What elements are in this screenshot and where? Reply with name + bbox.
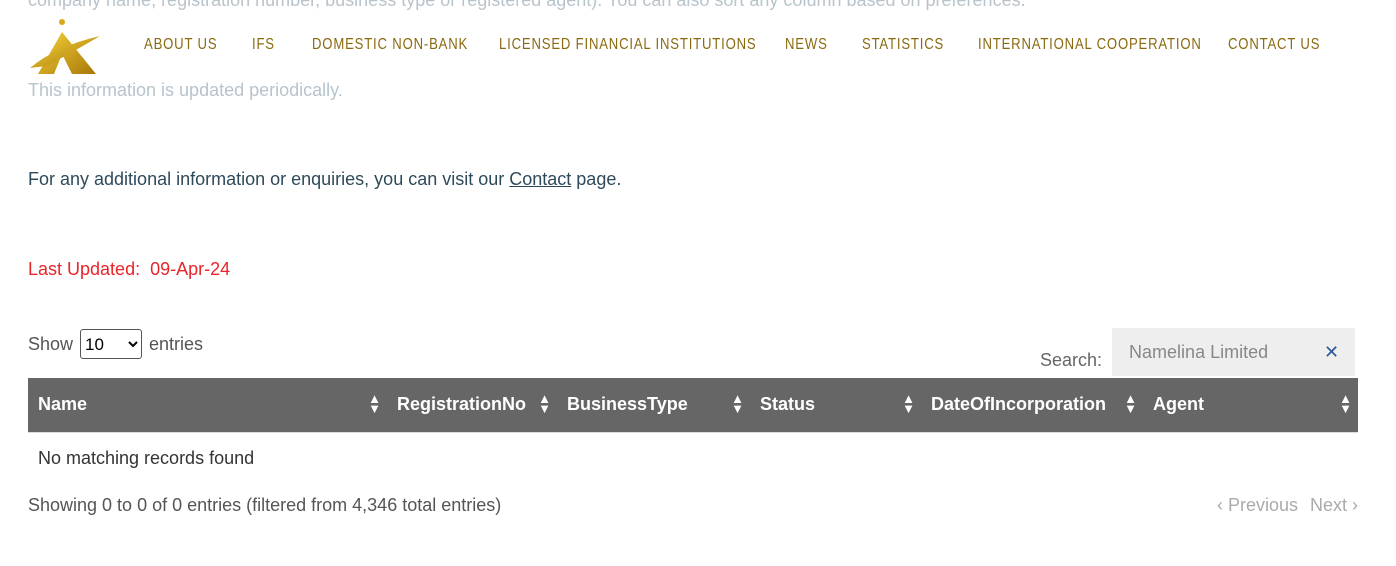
col-agent[interactable]: Agent ▲ ▼ (1143, 378, 1358, 432)
info-prefix: For any additional information or enquir… (28, 169, 510, 189)
col-label: Name (38, 394, 88, 415)
sort-icon[interactable]: ▲ ▼ (1124, 392, 1137, 415)
table-info: Showing 0 to 0 of 0 entries (filtered fr… (28, 495, 502, 515)
update-note: This information is updated periodically… (28, 80, 343, 100)
sort-icon[interactable]: ▲ ▼ (731, 392, 744, 415)
sort-icon[interactable]: ▲ ▼ (538, 392, 551, 415)
search-label: Search: (1040, 349, 1103, 370)
nav-licensed-financial-institutions[interactable]: LICENSED FINANCIAL INSTITUTIONS (499, 36, 756, 54)
sort-icon[interactable]: ▲ ▼ (902, 392, 915, 415)
length-control: Show 10 entries (28, 329, 203, 359)
pagination: ‹ Previous Next › (1217, 495, 1358, 516)
previous-label: Previous (1227, 495, 1298, 515)
entries-select[interactable]: 10 (80, 329, 143, 359)
entries-label: entries (149, 333, 204, 354)
col-status[interactable]: Status ▲ ▼ (750, 378, 921, 432)
table-row: No matching records found (28, 431, 1358, 484)
col-label: Agent (1153, 394, 1204, 415)
col-label: BusinessType (567, 394, 688, 415)
nav-news[interactable]: NEWS (785, 36, 828, 54)
last-updated-label: Last Updated: (28, 259, 141, 279)
sort-icon[interactable]: ▲ ▼ (368, 392, 381, 415)
last-updated: Last Updated: 09-Apr-24 (28, 259, 230, 280)
nav-statistics[interactable]: STATISTICS (862, 36, 944, 54)
nav-contact-us[interactable]: CONTACT US (1228, 36, 1320, 54)
last-updated-value: 09-Apr-24 (150, 259, 231, 279)
search-input[interactable]: Namelina Limited ✕ (1112, 328, 1356, 376)
clear-icon[interactable]: ✕ (1324, 342, 1339, 363)
col-label: DateOfIncorporation (931, 394, 1107, 415)
top-nav: ABOUT US IFS DOMESTIC NON-BANK LICENSED … (0, 14, 1396, 78)
nav-about-us[interactable]: ABOUT US (144, 36, 217, 54)
intro-text: company name, registration number, busin… (28, 0, 1026, 10)
previous-button[interactable]: ‹ Previous (1217, 495, 1298, 516)
nav-domestic-non-bank[interactable]: DOMESTIC NON-BANK (312, 36, 468, 54)
next-button[interactable]: Next › (1310, 495, 1358, 516)
sort-icon[interactable]: ▲ ▼ (1339, 392, 1352, 415)
col-registrationno[interactable]: RegistrationNo ▲ ▼ (387, 378, 557, 432)
col-name[interactable]: Name ▲ ▼ (28, 378, 387, 432)
contact-info: For any additional information or enquir… (28, 169, 621, 190)
col-label: RegistrationNo (397, 394, 527, 415)
info-suffix: page. (571, 169, 622, 189)
show-label: Show (28, 333, 74, 354)
col-label: Status (760, 394, 816, 415)
empty-message: No matching records found (28, 431, 1358, 484)
col-dateofincorporation[interactable]: DateOfIncorporation ▲ ▼ (921, 378, 1143, 432)
search-value[interactable]: Namelina Limited (1129, 342, 1268, 363)
col-businesstype[interactable]: BusinessType ▲ ▼ (557, 378, 750, 432)
search-control: Search: Namelina Limited ✕ (1040, 328, 1356, 376)
results-table: Name ▲ ▼ RegistrationNo ▲ ▼ BusinessType ▲ ▼ S… (28, 378, 1358, 484)
contact-link[interactable]: Contact (509, 169, 571, 189)
nav-ifs[interactable]: IFS (252, 36, 275, 54)
nav-international-cooperation[interactable]: INTERNATIONAL COOPERATION (978, 36, 1202, 54)
next-label: Next (1309, 495, 1347, 515)
